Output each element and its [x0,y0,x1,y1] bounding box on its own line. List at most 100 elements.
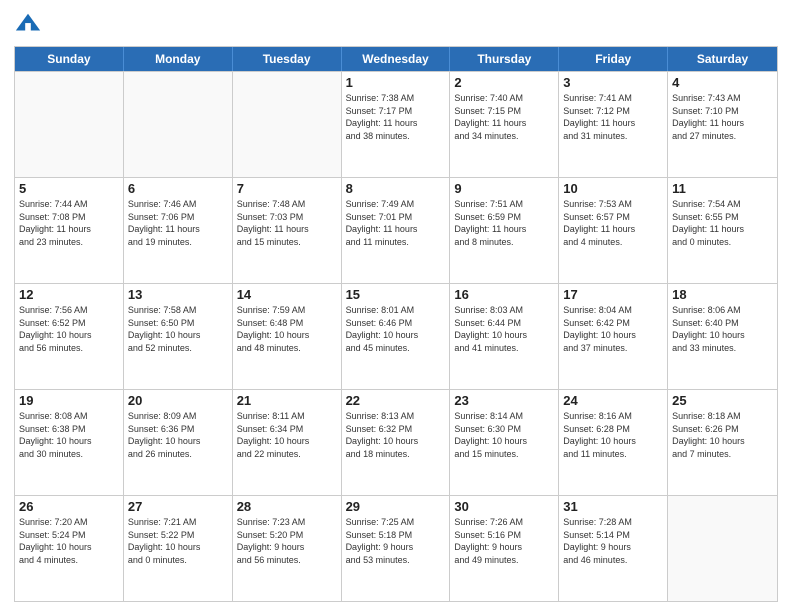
day-cell-1: 1 Sunrise: 7:38 AM Sunset: 7:17 PM Daylig… [342,72,451,177]
week-row-2: 12Sunrise: 7:56 AM Sunset: 6:52 PM Dayli… [15,283,777,389]
day-number: 18 [672,287,773,302]
page: SundayMondayTuesdayWednesdayThursdayFrid… [0,0,792,612]
day-info: Sunrise: 7:48 AM Sunset: 7:03 PM Dayligh… [237,198,337,248]
day-info: Sunrise: 7:43 AM Sunset: 7:10 PM Dayligh… [672,92,773,142]
day-number: 4 [672,75,773,90]
header-day-thursday: Thursday [450,47,559,71]
day-number: 11 [672,181,773,196]
day-info: Sunrise: 8:14 AM Sunset: 6:30 PM Dayligh… [454,410,554,460]
day-number: 3 [563,75,663,90]
day-cell-16: 16 Sunrise: 8:03 AM Sunset: 6:44 PM Dayli… [450,284,559,389]
day-info: Sunrise: 7:40 AM Sunset: 7:15 PM Dayligh… [454,92,554,142]
day-number: 22 [346,393,446,408]
day-cell-31: 31Sunrise: 7:28 AM Sunset: 5:14 PM Dayli… [559,496,668,601]
header-day-wednesday: Wednesday [342,47,451,71]
day-number: 21 [237,393,337,408]
day-cell-28: 28 Sunrise: 7:23 AM Sunset: 5:20 PM Dayli… [233,496,342,601]
day-cell-10: 10 Sunrise: 7:53 AM Sunset: 6:57 PM Dayli… [559,178,668,283]
day-number: 26 [19,499,119,514]
day-number: 10 [563,181,663,196]
day-info: Sunrise: 7:20 AM Sunset: 5:24 PM Dayligh… [19,516,119,566]
empty-cell [668,496,777,601]
day-number: 29 [346,499,446,514]
day-number: 6 [128,181,228,196]
day-info: Sunrise: 7:41 AM Sunset: 7:12 PM Dayligh… [563,92,663,142]
day-cell-24: 24 Sunrise: 8:16 AM Sunset: 6:28 PM Dayli… [559,390,668,495]
week-row-4: 26 Sunrise: 7:20 AM Sunset: 5:24 PM Dayli… [15,495,777,601]
day-cell-26: 26 Sunrise: 7:20 AM Sunset: 5:24 PM Dayli… [15,496,124,601]
week-row-0: 1 Sunrise: 7:38 AM Sunset: 7:17 PM Daylig… [15,71,777,177]
day-info: Sunrise: 8:16 AM Sunset: 6:28 PM Dayligh… [563,410,663,460]
week-row-3: 19Sunrise: 8:08 AM Sunset: 6:38 PM Dayli… [15,389,777,495]
day-cell-5: 5 Sunrise: 7:44 AM Sunset: 7:08 PM Daylig… [15,178,124,283]
week-row-1: 5 Sunrise: 7:44 AM Sunset: 7:08 PM Daylig… [15,177,777,283]
day-number: 17 [563,287,663,302]
day-info: Sunrise: 7:38 AM Sunset: 7:17 PM Dayligh… [346,92,446,142]
empty-cell [15,72,124,177]
day-number: 30 [454,499,554,514]
day-cell-21: 21 Sunrise: 8:11 AM Sunset: 6:34 PM Dayli… [233,390,342,495]
day-cell-18: 18Sunrise: 8:06 AM Sunset: 6:40 PM Dayli… [668,284,777,389]
day-info: Sunrise: 8:09 AM Sunset: 6:36 PM Dayligh… [128,410,228,460]
day-cell-15: 15Sunrise: 8:01 AM Sunset: 6:46 PM Dayli… [342,284,451,389]
header-day-saturday: Saturday [668,47,777,71]
day-cell-25: 25Sunrise: 8:18 AM Sunset: 6:26 PM Dayli… [668,390,777,495]
day-cell-9: 9Sunrise: 7:51 AM Sunset: 6:59 PM Daylig… [450,178,559,283]
day-cell-6: 6 Sunrise: 7:46 AM Sunset: 7:06 PM Daylig… [124,178,233,283]
day-number: 16 [454,287,554,302]
day-number: 20 [128,393,228,408]
day-info: Sunrise: 7:25 AM Sunset: 5:18 PM Dayligh… [346,516,446,566]
day-cell-3: 3 Sunrise: 7:41 AM Sunset: 7:12 PM Daylig… [559,72,668,177]
day-info: Sunrise: 7:23 AM Sunset: 5:20 PM Dayligh… [237,516,337,566]
day-cell-12: 12Sunrise: 7:56 AM Sunset: 6:52 PM Dayli… [15,284,124,389]
day-info: Sunrise: 7:53 AM Sunset: 6:57 PM Dayligh… [563,198,663,248]
day-cell-20: 20 Sunrise: 8:09 AM Sunset: 6:36 PM Dayli… [124,390,233,495]
day-info: Sunrise: 8:13 AM Sunset: 6:32 PM Dayligh… [346,410,446,460]
day-info: Sunrise: 8:03 AM Sunset: 6:44 PM Dayligh… [454,304,554,354]
header-day-sunday: Sunday [15,47,124,71]
day-number: 9 [454,181,554,196]
day-info: Sunrise: 7:46 AM Sunset: 7:06 PM Dayligh… [128,198,228,248]
day-info: Sunrise: 7:44 AM Sunset: 7:08 PM Dayligh… [19,198,119,248]
day-cell-23: 23 Sunrise: 8:14 AM Sunset: 6:30 PM Dayli… [450,390,559,495]
calendar: SundayMondayTuesdayWednesdayThursdayFrid… [14,46,778,602]
day-number: 13 [128,287,228,302]
day-info: Sunrise: 7:54 AM Sunset: 6:55 PM Dayligh… [672,198,773,248]
day-number: 7 [237,181,337,196]
day-number: 27 [128,499,228,514]
day-number: 31 [563,499,663,514]
day-number: 1 [346,75,446,90]
empty-cell [124,72,233,177]
day-number: 12 [19,287,119,302]
day-cell-8: 8Sunrise: 7:49 AM Sunset: 7:01 PM Daylig… [342,178,451,283]
day-number: 14 [237,287,337,302]
day-cell-17: 17 Sunrise: 8:04 AM Sunset: 6:42 PM Dayli… [559,284,668,389]
day-cell-22: 22 Sunrise: 8:13 AM Sunset: 6:32 PM Dayli… [342,390,451,495]
day-info: Sunrise: 7:59 AM Sunset: 6:48 PM Dayligh… [237,304,337,354]
day-cell-4: 4 Sunrise: 7:43 AM Sunset: 7:10 PM Daylig… [668,72,777,177]
day-cell-14: 14 Sunrise: 7:59 AM Sunset: 6:48 PM Dayli… [233,284,342,389]
day-number: 5 [19,181,119,196]
logo [14,10,46,38]
day-cell-29: 29 Sunrise: 7:25 AM Sunset: 5:18 PM Dayli… [342,496,451,601]
day-cell-27: 27 Sunrise: 7:21 AM Sunset: 5:22 PM Dayli… [124,496,233,601]
calendar-body: 1 Sunrise: 7:38 AM Sunset: 7:17 PM Daylig… [15,71,777,601]
day-number: 25 [672,393,773,408]
day-number: 28 [237,499,337,514]
header [14,10,778,38]
day-cell-7: 7 Sunrise: 7:48 AM Sunset: 7:03 PM Daylig… [233,178,342,283]
day-info: Sunrise: 7:26 AM Sunset: 5:16 PM Dayligh… [454,516,554,566]
day-info: Sunrise: 7:21 AM Sunset: 5:22 PM Dayligh… [128,516,228,566]
header-day-tuesday: Tuesday [233,47,342,71]
day-number: 23 [454,393,554,408]
header-day-friday: Friday [559,47,668,71]
day-info: Sunrise: 8:04 AM Sunset: 6:42 PM Dayligh… [563,304,663,354]
day-info: Sunrise: 8:11 AM Sunset: 6:34 PM Dayligh… [237,410,337,460]
day-number: 24 [563,393,663,408]
day-cell-13: 13Sunrise: 7:58 AM Sunset: 6:50 PM Dayli… [124,284,233,389]
day-cell-2: 2Sunrise: 7:40 AM Sunset: 7:15 PM Daylig… [450,72,559,177]
day-number: 19 [19,393,119,408]
day-number: 15 [346,287,446,302]
day-info: Sunrise: 7:49 AM Sunset: 7:01 PM Dayligh… [346,198,446,248]
header-day-monday: Monday [124,47,233,71]
